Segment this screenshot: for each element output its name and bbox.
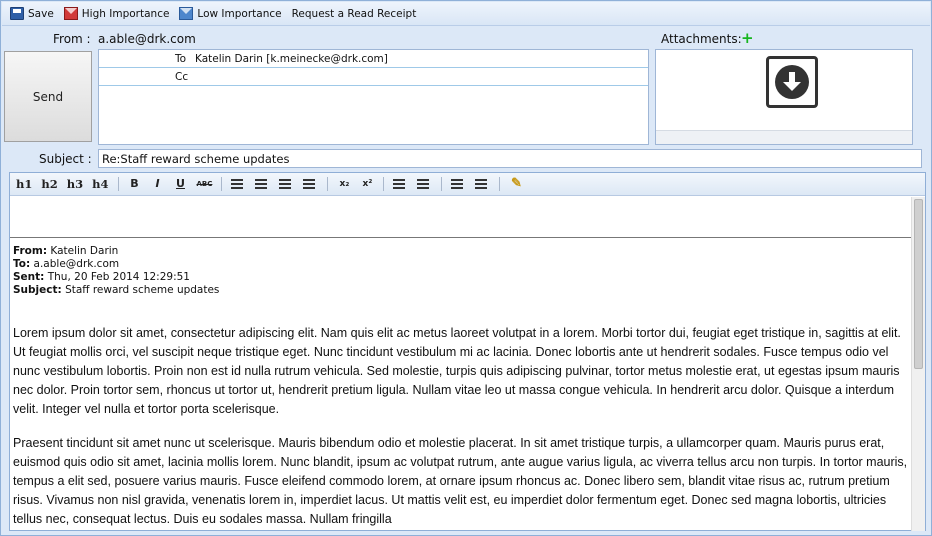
heading3-button[interactable]: h3 (67, 177, 83, 191)
superscript-button[interactable]: x² (360, 177, 374, 191)
toolbar-separator (117, 177, 119, 191)
add-attachment-plus-icon[interactable]: + (741, 31, 754, 46)
quoted-from-value: Katelin Darin (50, 245, 119, 257)
quoted-sent-value: Thu, 20 Feb 2014 12:29:51 (47, 271, 190, 283)
align-right-icon[interactable] (279, 179, 292, 189)
toolbar-separator (383, 177, 385, 191)
editor-body[interactable]: From: Katelin Darin To: a.able@drk.com S… (10, 197, 912, 531)
quoted-sent-label: Sent: (13, 271, 45, 283)
heading2-button[interactable]: h2 (41, 177, 57, 191)
low-importance-button[interactable]: Low Importance (179, 7, 282, 20)
align-center-icon[interactable] (255, 179, 268, 189)
recipients-box: To Katelin Darin [k.meinecke@drk.com] Cc (98, 49, 649, 145)
save-icon (10, 7, 24, 20)
quoted-to-value: a.able@drk.com (33, 258, 120, 270)
quoted-from-label: From: (13, 245, 48, 257)
quoted-to-label: To: (13, 258, 31, 270)
toolbar-separator (221, 177, 223, 191)
unordered-list-icon[interactable] (417, 179, 430, 189)
align-justify-icon[interactable] (303, 179, 316, 189)
to-row[interactable]: To Katelin Darin [k.meinecke@drk.com] (99, 50, 648, 68)
save-label: Save (28, 7, 54, 20)
subscript-button[interactable]: x₂ (337, 177, 351, 191)
low-importance-label: Low Importance (197, 7, 282, 20)
to-label: To (175, 53, 187, 65)
scrollbar-thumb[interactable] (914, 199, 923, 369)
download-arrow-icon (775, 65, 809, 99)
send-button[interactable]: Send (4, 51, 92, 142)
download-icon[interactable] (766, 56, 818, 108)
message-editor: h1 h2 h3 h4 B I U ABC x₂ x² ✎ From: Kate… (9, 172, 926, 531)
editor-scrollbar[interactable] (911, 197, 925, 531)
attachments-box[interactable] (655, 49, 913, 145)
read-receipt-label: Request a Read Receipt (291, 7, 417, 20)
read-receipt-button[interactable]: Request a Read Receipt (292, 8, 417, 20)
subject-input[interactable] (98, 149, 922, 168)
to-value[interactable]: Katelin Darin [k.meinecke@drk.com] (195, 53, 388, 65)
underline-button[interactable]: U (174, 177, 188, 191)
high-importance-icon (63, 7, 78, 20)
top-toolbar: Save High Importance Low Importance Requ… (2, 2, 930, 26)
quoted-subject-label: Subject: (13, 284, 62, 296)
quote-divider (10, 237, 912, 238)
clear-formatting-icon[interactable]: ✎ (509, 177, 523, 191)
quoted-subject-value: Staff reward scheme updates (65, 284, 220, 296)
body-paragraph: Praesent tincidunt sit amet nunc ut scel… (13, 436, 908, 526)
subject-label: Subject : (39, 152, 92, 166)
cc-row[interactable]: Cc (99, 68, 648, 86)
compose-window: Save High Importance Low Importance Requ… (0, 0, 932, 536)
low-importance-icon (179, 7, 194, 20)
toolbar-separator (499, 177, 501, 191)
align-left-icon[interactable] (231, 179, 244, 189)
italic-button[interactable]: I (151, 177, 165, 191)
outdent-icon[interactable] (475, 179, 488, 189)
high-importance-button[interactable]: High Importance (63, 7, 170, 20)
strikethrough-button[interactable]: ABC (197, 177, 213, 191)
heading4-button[interactable]: h4 (92, 177, 108, 191)
from-label: From : (53, 32, 91, 46)
bold-button[interactable]: B (128, 177, 142, 191)
attachments-label: Attachments: (661, 32, 742, 46)
editor-toolbar: h1 h2 h3 h4 B I U ABC x₂ x² ✎ (10, 173, 925, 196)
toolbar-separator (327, 177, 329, 191)
quoted-header: From: Katelin Darin To: a.able@drk.com S… (13, 245, 219, 297)
from-value: a.able@drk.com (98, 32, 196, 46)
save-button[interactable]: Save (10, 7, 54, 20)
body-paragraph: Lorem ipsum dolor sit amet, consectetur … (13, 326, 901, 416)
attachments-scroll-strip (656, 130, 912, 144)
high-importance-label: High Importance (81, 7, 170, 20)
toolbar-separator (441, 177, 443, 191)
indent-icon[interactable] (451, 179, 464, 189)
cc-label: Cc (175, 71, 189, 83)
heading1-button[interactable]: h1 (16, 177, 32, 191)
ordered-list-icon[interactable] (393, 179, 406, 189)
